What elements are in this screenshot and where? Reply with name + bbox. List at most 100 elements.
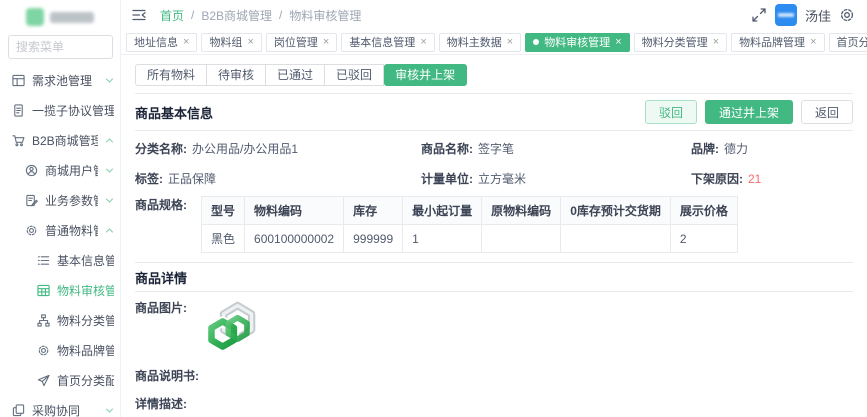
tab-approved[interactable]: 已通过 xyxy=(266,64,325,86)
sidebar-item-business-params[interactable]: 业务参数管理 xyxy=(0,185,120,215)
send-icon xyxy=(37,374,50,387)
open-tabs-bar: 地址信息× 物料组× 岗位管理× 基本信息管理× 物料主数据× 物料审核管理× … xyxy=(121,30,867,55)
sidebar-menu: 需求池管理 一揽子协议管理 B2B商城管理 商城用户管理 业务参数管理 xyxy=(0,61,120,417)
sidebar-item-label: 商城用户管理 xyxy=(45,162,98,179)
field-product-name: 商品名称:签字笔 xyxy=(421,140,691,157)
gear-icon xyxy=(25,224,38,237)
gear-icon xyxy=(37,344,50,357)
gear-icon[interactable] xyxy=(839,7,855,23)
spec-label: 商品规格: xyxy=(135,196,187,213)
chevron-down-icon xyxy=(105,76,114,85)
tag-material-master[interactable]: 物料主数据× xyxy=(439,33,521,52)
fullscreen-icon[interactable] xyxy=(751,7,767,23)
sidebar-item-agreement[interactable]: 一揽子协议管理 xyxy=(0,95,120,125)
product-image-label: 商品图片: xyxy=(135,299,187,316)
avatar[interactable] xyxy=(775,4,797,26)
sidebar-item-material-category[interactable]: 物料分类管理 xyxy=(0,305,120,335)
sidebar-item-label: 一揽子协议管理 xyxy=(32,102,114,119)
tag-basic-info[interactable]: 基本信息管理× xyxy=(341,33,434,52)
close-icon[interactable]: × xyxy=(247,37,253,48)
field-unit: 计量单位:立方毫米 xyxy=(421,170,691,187)
detail-section-header: 商品详情 xyxy=(135,263,853,291)
tag-material-group[interactable]: 物料组× xyxy=(201,33,261,52)
reject-button[interactable]: 驳回 xyxy=(645,100,697,124)
table-icon xyxy=(37,284,50,297)
sidebar-item-basic-info[interactable]: 基本信息管理 xyxy=(0,245,120,275)
product-image-row: 商品图片: xyxy=(135,292,853,359)
sidebar-item-material-audit[interactable]: 物料审核管理 xyxy=(0,275,120,305)
tag-home-category[interactable]: 首页分类配置× xyxy=(829,33,867,52)
sidebar-item-label: 普通物料管理 xyxy=(45,222,98,239)
tab-audit-onshelf[interactable]: 审核并上架 xyxy=(384,64,467,86)
spec-section: 商品规格: 型号 物料编码 库存 最小起订量 原物料编码 0库存预计交货期 展示… xyxy=(135,196,853,253)
basic-info-section-header: 商品基本信息 驳回 通过并上架 返回 xyxy=(135,94,853,130)
main-area: 首页 / B2B商城管理 / 物料审核管理 汤佳 地址信息× 物料组× 岗位管理… xyxy=(121,0,867,417)
close-icon[interactable]: × xyxy=(183,37,189,48)
sidebar-item-label: 采购协同 xyxy=(32,402,98,417)
sidebar-item-label: 首页分类配置 xyxy=(57,372,114,389)
header-actions: 驳回 通过并上架 返回 xyxy=(645,100,853,124)
manual-row: 商品说明书: xyxy=(135,359,853,387)
field-brand: 品牌:德力 xyxy=(691,140,853,157)
breadcrumb-home[interactable]: 首页 xyxy=(160,7,184,24)
search-menu-input[interactable] xyxy=(8,35,113,59)
app-root: 需求池管理 一揽子协议管理 B2B商城管理 商城用户管理 业务参数管理 xyxy=(0,0,867,417)
approve-onshelf-button[interactable]: 通过并上架 xyxy=(705,100,793,124)
back-button[interactable]: 返回 xyxy=(801,100,853,124)
close-icon[interactable]: × xyxy=(323,37,329,48)
close-icon[interactable]: × xyxy=(615,37,621,48)
sidebar-item-home-category[interactable]: 首页分类配置 xyxy=(0,365,120,395)
chevron-up-icon xyxy=(105,226,114,235)
field-label: 标签:正品保障 xyxy=(135,170,421,187)
user-name[interactable]: 汤佳 xyxy=(805,6,831,25)
sidebar-item-label: 物料品牌管理 xyxy=(57,342,114,359)
sitemap-icon xyxy=(37,314,50,327)
breadcrumb-item: 物料审核管理 xyxy=(289,7,361,24)
sidebar-item-demand-pool[interactable]: 需求池管理 xyxy=(0,65,120,95)
product-image xyxy=(204,299,260,355)
breadcrumb-separator: / xyxy=(279,8,282,22)
user-icon xyxy=(25,164,38,177)
topbar-right: 汤佳 xyxy=(751,4,855,26)
sidebar-item-material-mgmt[interactable]: 普通物料管理 xyxy=(0,215,120,245)
sidebar-item-label: B2B商城管理 xyxy=(32,132,98,149)
status-filter-tabs: 所有物料 待审核 已通过 已驳回 审核并上架 xyxy=(135,64,467,86)
logo-mark xyxy=(26,8,44,26)
copy-icon xyxy=(12,404,25,417)
sidebar-item-label: 物料分类管理 xyxy=(57,312,114,329)
tag-post-mgmt[interactable]: 岗位管理× xyxy=(266,33,337,52)
tab-all-materials[interactable]: 所有物料 xyxy=(135,64,207,86)
breadcrumb-separator: / xyxy=(191,8,194,22)
section-title: 商品详情 xyxy=(135,268,187,287)
manual-label: 商品说明书: xyxy=(135,369,199,383)
sidebar-item-label: 基本信息管理 xyxy=(57,252,114,269)
sidebar-item-mall-users[interactable]: 商城用户管理 xyxy=(0,155,120,185)
spec-table: 型号 物料编码 库存 最小起订量 原物料编码 0库存预计交货期 展示价格 黑色 xyxy=(201,196,738,253)
content: 所有物料 待审核 已通过 已驳回 审核并上架 商品基本信息 驳回 通过并上架 返… xyxy=(121,55,867,417)
sidebar-item-label: 业务参数管理 xyxy=(45,192,98,209)
breadcrumb-item[interactable]: B2B商城管理 xyxy=(201,7,272,24)
field-offshelf-reason: 下架原因:21 xyxy=(691,170,853,187)
grid-icon xyxy=(12,74,25,87)
tag-address-info[interactable]: 地址信息× xyxy=(126,33,197,52)
tag-material-brand[interactable]: 物料品牌管理× xyxy=(731,33,824,52)
sidebar-item-b2b-mall[interactable]: B2B商城管理 xyxy=(0,125,120,155)
sidebar-item-purchase-collab[interactable]: 采购协同 xyxy=(0,395,120,417)
tag-material-audit[interactable]: 物料审核管理× xyxy=(525,33,629,52)
close-icon[interactable]: × xyxy=(713,37,719,48)
doc-edit-icon xyxy=(25,194,38,207)
tab-rejected[interactable]: 已驳回 xyxy=(325,64,384,86)
sidebar-item-label: 需求池管理 xyxy=(32,72,98,89)
description-row: 详情描述: xyxy=(135,387,853,415)
tab-pending[interactable]: 待审核 xyxy=(207,64,266,86)
close-icon[interactable]: × xyxy=(420,37,426,48)
field-category: 分类名称:办公用品/办公用品1 xyxy=(135,140,421,157)
document-icon xyxy=(12,104,25,117)
close-icon[interactable]: × xyxy=(810,37,816,48)
collapse-sidebar-icon[interactable] xyxy=(131,7,147,23)
sidebar-item-material-brand[interactable]: 物料品牌管理 xyxy=(0,335,120,365)
basic-fields: 分类名称:办公用品/办公用品1 商品名称:签字笔 品牌:德力 标签:正品保障 计… xyxy=(135,131,853,193)
tag-material-category[interactable]: 物料分类管理× xyxy=(634,33,727,52)
close-icon[interactable]: × xyxy=(507,37,513,48)
logo xyxy=(0,0,120,28)
